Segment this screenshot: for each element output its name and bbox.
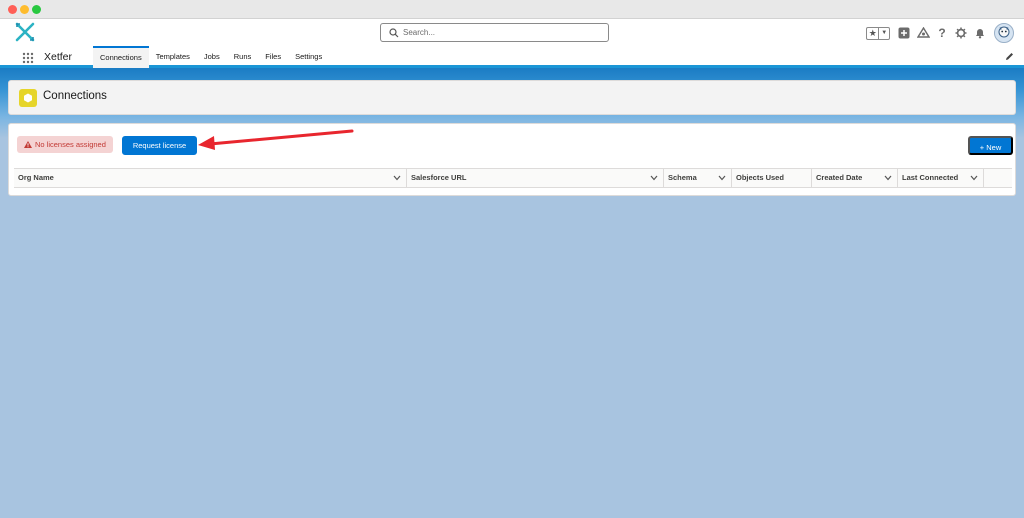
favorites-button[interactable]: ★ ▼ (866, 26, 890, 40)
global-actions-button[interactable] (896, 25, 912, 41)
maximize-window-button[interactable] (32, 5, 41, 14)
connections-object-icon (19, 89, 37, 107)
license-status-badge: No licenses assigned (17, 136, 113, 153)
setup-button[interactable] (953, 25, 969, 41)
tab-runs[interactable]: Runs (227, 46, 259, 68)
edit-nav-pencil-icon[interactable] (1005, 52, 1014, 61)
main-content: Connections No licenses assigned Request… (0, 68, 1024, 518)
page-title: Connections (43, 90, 107, 102)
annotation-arrow-icon (198, 129, 354, 150)
column-header-label: Last Connected (902, 173, 959, 182)
help-button[interactable]: ? (934, 25, 950, 41)
global-search[interactable] (380, 23, 609, 42)
request-license-button[interactable]: Request license (122, 136, 197, 155)
page-header: Connections (8, 80, 1016, 115)
tab-settings[interactable]: Settings (288, 46, 329, 68)
global-header: ★ ▼ ? (0, 19, 1024, 46)
app-name: Xetfer (44, 51, 73, 63)
column-header-label: Salesforce URL (411, 173, 467, 182)
star-icon: ★ (867, 27, 880, 39)
user-avatar[interactable] (994, 23, 1014, 43)
tab-files[interactable]: Files (258, 46, 288, 68)
bell-icon (976, 29, 984, 39)
table-header-row: Org Name Salesforce URL Schema Objects U… (14, 168, 1012, 188)
chevron-down-icon: ▼ (881, 29, 888, 36)
column-header-org-name[interactable]: Org Name (14, 169, 407, 187)
chevron-down-icon[interactable] (650, 175, 658, 181)
connections-list-card: No licenses assigned Request license + N… (8, 123, 1016, 196)
nav-tabs: Connections Templates Jobs Runs Files Se… (93, 46, 329, 68)
column-header-last-connected[interactable]: Last Connected (898, 169, 984, 187)
gear-icon (955, 27, 967, 39)
trailhead-icon (916, 27, 930, 38)
app-navigation-bar: Xetfer Connections Templates Jobs Runs F… (0, 46, 1024, 68)
search-input[interactable] (403, 26, 603, 39)
browser-window: ★ ▼ ? (0, 0, 1024, 518)
avatar-icon (998, 26, 1010, 38)
column-header-label: Org Name (18, 173, 54, 182)
trailhead-button[interactable] (915, 25, 931, 41)
column-header-actions (984, 169, 1012, 187)
search-icon (389, 28, 399, 38)
column-header-created-date[interactable]: Created Date (812, 169, 898, 187)
warning-icon (24, 141, 32, 148)
column-header-label: Created Date (816, 173, 863, 182)
minimize-window-button[interactable] (20, 5, 29, 14)
hexagon-icon (24, 93, 32, 103)
app-launcher-icon[interactable] (22, 52, 34, 64)
column-header-objects-used[interactable]: Objects Used (732, 169, 812, 187)
chevron-down-icon[interactable] (884, 175, 892, 181)
xetfer-logo-icon[interactable] (14, 21, 36, 43)
column-header-salesforce-url[interactable]: Salesforce URL (407, 169, 664, 187)
header-utility-icons: ★ ▼ ? (866, 22, 1014, 44)
column-header-label: Schema (668, 173, 697, 182)
chevron-down-icon[interactable] (718, 175, 726, 181)
license-status-text: No licenses assigned (35, 140, 106, 149)
tab-jobs[interactable]: Jobs (197, 46, 227, 68)
plus-square-icon (898, 27, 910, 39)
close-window-button[interactable] (8, 5, 17, 14)
window-titlebar (0, 0, 1024, 19)
tab-connections[interactable]: Connections (93, 46, 149, 68)
notifications-button[interactable] (972, 25, 988, 41)
column-header-schema[interactable]: Schema (664, 169, 732, 187)
tab-templates[interactable]: Templates (149, 46, 197, 68)
chevron-down-icon[interactable] (970, 175, 978, 181)
chevron-down-icon[interactable] (393, 175, 401, 181)
column-header-label: Objects Used (736, 173, 784, 182)
new-connection-button[interactable]: + New (968, 136, 1013, 155)
help-icon: ? (938, 26, 946, 40)
